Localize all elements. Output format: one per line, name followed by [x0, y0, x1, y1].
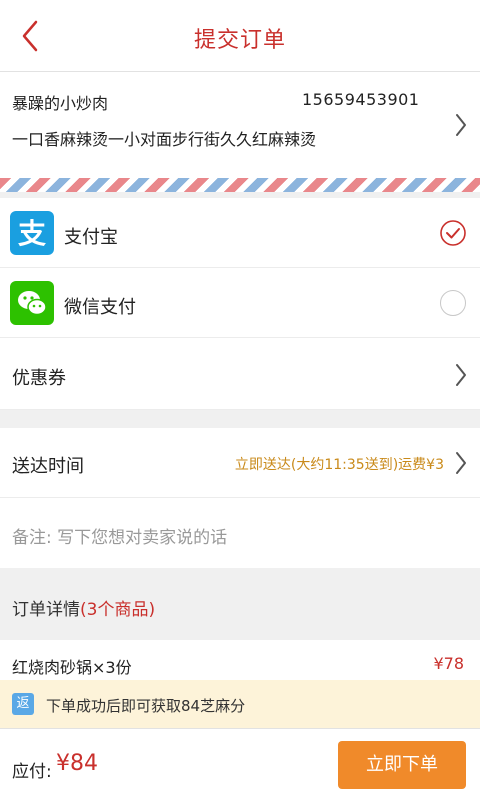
checked-radio-icon[interactable] — [440, 220, 466, 246]
chevron-right-icon — [456, 114, 466, 136]
alipay-icon: 支 — [10, 211, 54, 255]
note-placeholder: 备注: 写下您想对卖家说的话 — [12, 528, 228, 548]
svg-text:支: 支 — [18, 217, 46, 250]
order-details-header: 订单详情(3个商品) — [0, 568, 480, 640]
delivery-time-label: 送达时间 — [12, 456, 84, 477]
envelope-stripe-divider — [0, 178, 480, 192]
chevron-right-icon — [456, 364, 466, 386]
delivery-address: 一口香麻辣烫一小对面步行街久久红麻辣烫 — [12, 130, 317, 149]
promo-banner: 返 下单成功后即可获取84芝麻分 — [0, 680, 480, 728]
order-details-title: 订单详情(3个商品) — [12, 595, 155, 620]
unchecked-radio-icon[interactable] — [440, 290, 466, 316]
amount-due-label: 应付: — [12, 762, 52, 782]
coupon-row[interactable]: 优惠券 — [0, 338, 480, 410]
delivery-time-value: 立即送达(大约11:35送到)运费¥3 — [234, 457, 444, 473]
payment-label: 微信支付 — [64, 297, 136, 318]
item-name: 红烧肉砂锅×3份 — [12, 658, 132, 677]
address-section[interactable]: 暴躁的小炒肉 15659453901 一口香麻辣烫一小对面步行街久久红麻辣烫 — [0, 72, 480, 178]
payment-option-wechat[interactable]: 微信支付 — [0, 268, 480, 338]
promo-text: 下单成功后即可获取84芝麻分 — [46, 697, 246, 715]
app-header: 提交订单 — [0, 0, 480, 72]
amount-due-value: ¥84 — [56, 751, 98, 776]
payment-label: 支付宝 — [64, 227, 118, 248]
order-details-label: 订单详情 — [12, 600, 80, 620]
payment-option-alipay[interactable]: 支 支付宝 — [0, 198, 480, 268]
list-item: 红烧肉砂锅×3份 ¥78 — [0, 640, 480, 680]
chevron-right-icon — [456, 452, 466, 474]
recipient-name: 暴躁的小炒肉 — [12, 94, 109, 113]
submit-order-button[interactable]: 立即下单 — [338, 741, 466, 789]
note-input[interactable]: 备注: 写下您想对卖家说的话 — [0, 498, 480, 568]
order-item-count: (3个商品) — [80, 600, 156, 620]
delivery-time-row[interactable]: 送达时间 立即送达(大约11:35送到)运费¥3 — [0, 428, 480, 498]
page-title: 提交订单 — [193, 28, 286, 53]
checkout-footer: 应付: ¥84 立即下单 — [0, 728, 480, 800]
section-gap — [0, 410, 480, 428]
item-price: ¥78 — [433, 654, 464, 673]
coupon-label: 优惠券 — [12, 368, 66, 389]
wechat-icon — [10, 281, 54, 325]
rebate-badge: 返 — [12, 693, 34, 715]
recipient-phone: 15659453901 — [302, 90, 420, 109]
